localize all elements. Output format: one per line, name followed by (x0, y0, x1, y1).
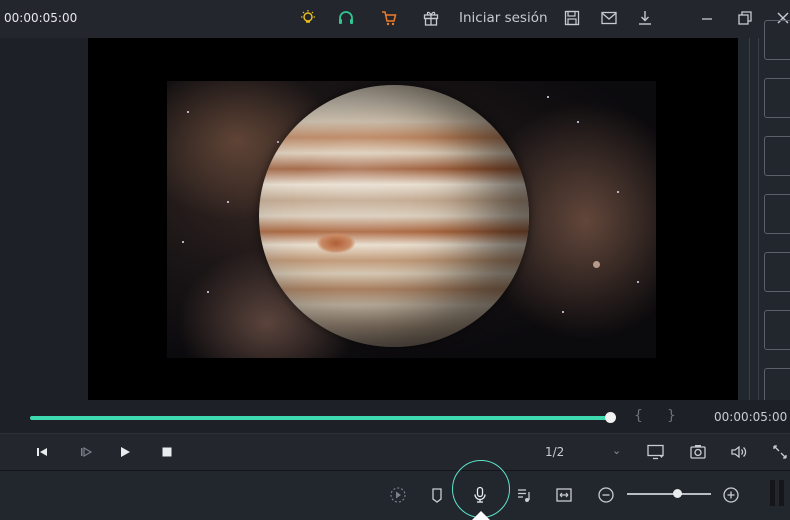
scrub-bar: { } 00:00:05:00 (0, 400, 790, 433)
cart-icon[interactable] (379, 8, 399, 28)
audio-list-icon[interactable] (512, 483, 536, 507)
fit-icon[interactable] (552, 483, 576, 507)
step-back-icon[interactable] (34, 442, 50, 462)
play-icon[interactable] (117, 442, 133, 462)
display-icon[interactable] (645, 442, 667, 462)
progress-track[interactable] (30, 416, 612, 420)
snapshot-icon[interactable] (688, 442, 708, 462)
title-bar: 00:00:05:00 Iniciar sesión (0, 0, 790, 38)
video-frame (167, 81, 656, 358)
gift-icon[interactable] (421, 8, 441, 28)
slot[interactable] (764, 310, 790, 350)
slot[interactable] (764, 252, 790, 292)
save-icon[interactable] (562, 8, 582, 28)
mark-out-icon[interactable]: } (667, 408, 676, 424)
volume-icon[interactable] (729, 442, 749, 462)
stop-icon[interactable] (159, 442, 175, 462)
bottom-toolbar (0, 460, 790, 520)
timecode-display: 00:00:05:00 (4, 11, 78, 25)
chevron-down-icon[interactable]: ⌄ (612, 444, 621, 457)
right-strip (738, 20, 790, 408)
scrub-timecode: 00:00:05:00 (714, 410, 788, 424)
left-pane (0, 38, 89, 400)
slot[interactable] (764, 136, 790, 176)
fullscreen-icon[interactable] (771, 442, 789, 462)
progress-handle[interactable] (605, 412, 616, 423)
mark-in-icon[interactable]: { (634, 408, 643, 424)
transport-bar: 1/2 ⌄ (0, 433, 790, 470)
microphone-icon[interactable] (468, 483, 492, 507)
slot[interactable] (764, 78, 790, 118)
zoom-slider-track[interactable] (627, 493, 711, 495)
headset-icon[interactable] (336, 8, 356, 28)
zoom-slider-handle[interactable] (673, 489, 683, 498)
pause-indicator[interactable] (770, 480, 785, 506)
slot[interactable] (764, 20, 790, 60)
download-icon[interactable] (635, 8, 655, 28)
moon (593, 261, 600, 268)
slot[interactable] (764, 194, 790, 234)
mail-icon[interactable] (599, 8, 619, 28)
zoom-out-icon[interactable] (594, 483, 618, 507)
bulb-icon[interactable] (298, 8, 318, 28)
signin-link[interactable]: Iniciar sesión (459, 10, 548, 26)
restore-icon[interactable] (735, 8, 755, 28)
playback-ratio[interactable]: 1/2 (545, 445, 564, 459)
minimize-icon[interactable] (697, 8, 717, 28)
render-preview-icon[interactable] (386, 483, 410, 507)
zoom-in-icon[interactable] (719, 483, 743, 507)
step-forward-icon[interactable] (78, 442, 94, 462)
marker-icon[interactable] (425, 483, 449, 507)
jupiter-planet (259, 85, 529, 347)
tooltip-pointer (472, 511, 490, 520)
